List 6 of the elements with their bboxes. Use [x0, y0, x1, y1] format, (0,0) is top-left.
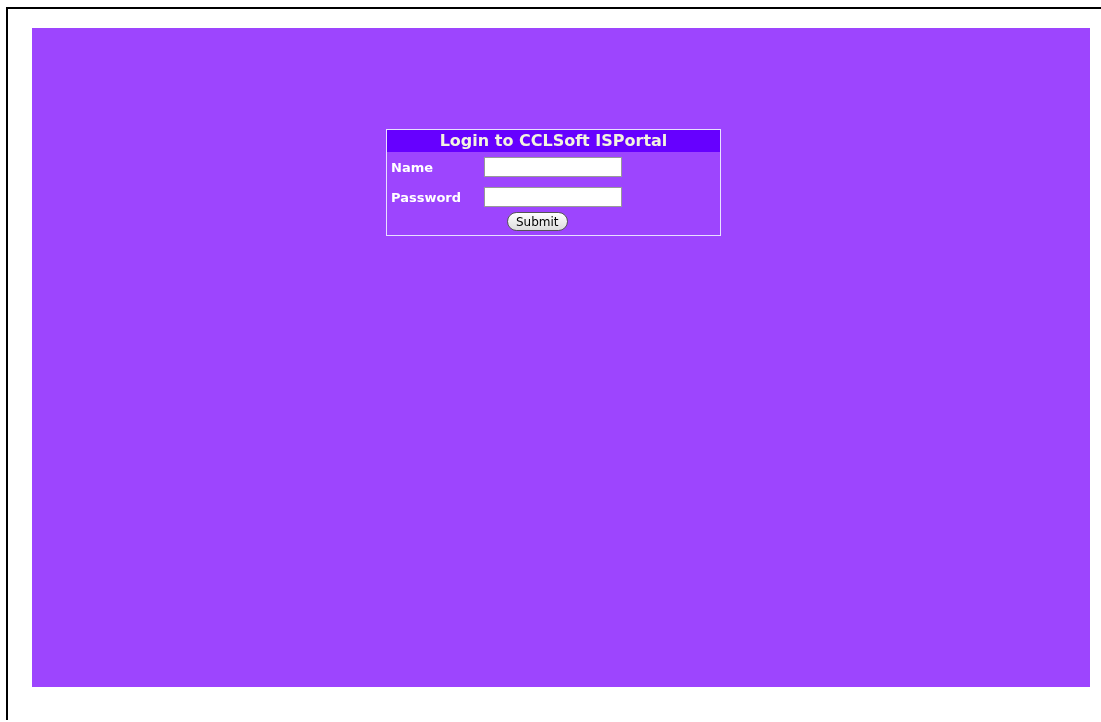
input-field[interactable]	[484, 187, 622, 207]
field-label: Password	[391, 189, 463, 205]
submit-button[interactable]: Submit	[507, 212, 568, 231]
input-field[interactable]	[484, 157, 622, 177]
field-label: Name	[391, 159, 434, 175]
login-title: Login to CCLSoft ISPortal	[387, 130, 720, 152]
